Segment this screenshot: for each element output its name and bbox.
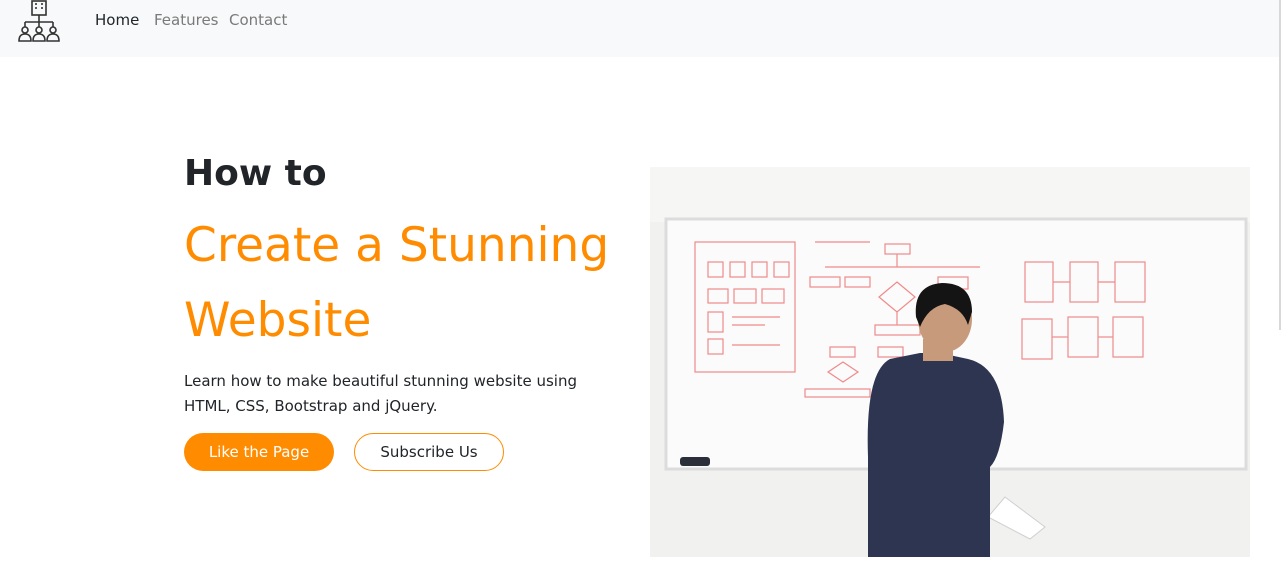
nav-link-contact[interactable]: Contact — [229, 11, 287, 29]
navbar: Home Features Contact — [0, 0, 1281, 57]
hero-image — [650, 167, 1250, 557]
hero-lead-text: Learn how to make beautiful stunning web… — [184, 372, 577, 415]
hero-heading-small: How to — [184, 153, 327, 194]
subscribe-button[interactable]: Subscribe Us — [354, 433, 504, 471]
logo-icon[interactable] — [16, 0, 62, 44]
nav-link-features[interactable]: Features — [154, 11, 219, 29]
hero-heading-big: Create a Stunning Website — [184, 218, 610, 348]
like-page-button[interactable]: Like the Page — [184, 433, 334, 471]
nav-link-home[interactable]: Home — [95, 11, 139, 29]
